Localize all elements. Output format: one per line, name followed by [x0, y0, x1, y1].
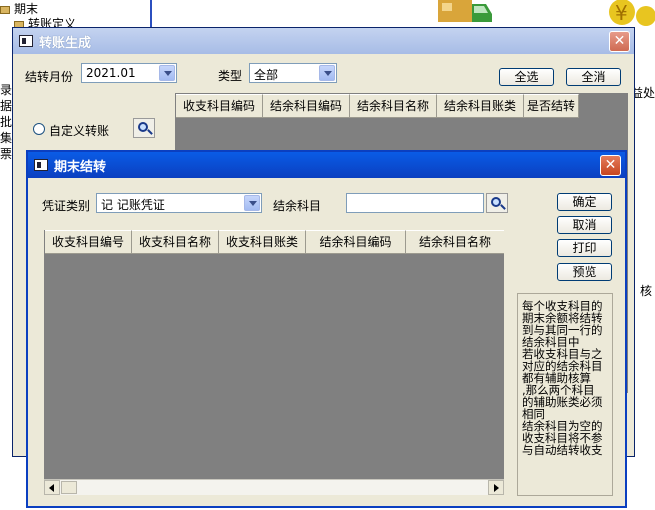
custom-transfer-radio[interactable] [33, 123, 45, 135]
inner-hscrollbar[interactable] [44, 479, 504, 495]
scroll-right-icon[interactable] [488, 480, 504, 495]
col-header[interactable]: 结余科目名称 [406, 230, 504, 254]
inner-grid-body[interactable] [44, 230, 504, 480]
background-text-left: 录 据 批 集 票 [0, 83, 13, 161]
app-icon [34, 159, 48, 171]
app-icon [19, 35, 33, 47]
preview-button[interactable]: 预览 [557, 263, 612, 281]
select-all-button[interactable]: 全选 [499, 68, 554, 86]
balance-account-input[interactable] [346, 193, 484, 213]
col-header[interactable]: 结余科目账类 [437, 94, 524, 118]
folder-icon [0, 6, 10, 14]
col-header[interactable]: 收支科目账类 [219, 230, 306, 254]
col-header[interactable]: 结余科目编码 [263, 94, 350, 118]
cancel-button[interactable]: 取消 [557, 216, 612, 234]
chevron-down-icon[interactable] [244, 195, 260, 211]
svg-text:¥: ¥ [615, 1, 628, 25]
col-header[interactable]: 收支科目编码 [176, 94, 263, 118]
col-header[interactable]: 收支科目编号 [45, 230, 132, 254]
type-select[interactable]: 全部 [249, 63, 337, 83]
type-value: 全部 [254, 68, 279, 82]
background-divider [150, 0, 152, 30]
scroll-left-icon[interactable] [44, 480, 60, 495]
month-label: 结转月份 [25, 70, 74, 84]
custom-transfer-label: 自定义转账 [49, 124, 110, 138]
inner-grid-header: 收支科目编号 收支科目名称 收支科目账类 结余科目编码 结余科目名称 [45, 230, 504, 254]
col-header[interactable]: 结余科目名称 [350, 94, 437, 118]
col-header[interactable]: 收支科目名称 [132, 230, 219, 254]
deselect-all-button[interactable]: 全消 [566, 68, 621, 86]
outer-close-button[interactable]: ✕ [609, 31, 630, 52]
scroll-thumb[interactable] [61, 481, 77, 494]
background-text-right-2: 核 [640, 284, 653, 298]
inner-window-title: 期末结转 [54, 159, 107, 175]
chevron-down-icon[interactable] [159, 65, 175, 81]
background-tree: 期末 转账定义 [0, 0, 160, 31]
print-button[interactable]: 打印 [557, 239, 612, 257]
voucher-type-value: 记 记账凭证 [101, 198, 165, 212]
help-note: 每个收支科目的 期末余额将结转 到与其同一行的 结余科目中 若收支科目与之 对应… [517, 293, 613, 496]
col-header[interactable]: 是否结转 [524, 94, 579, 118]
confirm-button[interactable]: 确定 [557, 193, 612, 211]
month-select[interactable]: 2021.01 [81, 63, 177, 83]
month-value: 2021.01 [86, 66, 136, 80]
balance-account-label: 结余科目 [273, 199, 322, 213]
type-label: 类型 [218, 69, 243, 83]
inner-close-button[interactable]: ✕ [600, 155, 621, 176]
outer-titlebar: 转账生成 [13, 28, 634, 54]
voucher-type-select[interactable]: 记 记账凭证 [96, 193, 262, 213]
truck-icon [434, 0, 494, 28]
balance-search-button[interactable] [486, 193, 508, 213]
outer-window-title: 转账生成 [39, 35, 92, 51]
custom-search-button[interactable] [133, 118, 155, 138]
period-end-transfer-window: 期末结转 ✕ 凭证类别 记 记账凭证 结余科目 确定 取消 打印 预览 收支科目… [26, 150, 627, 508]
coin-icon: ¥ [600, 0, 655, 30]
voucher-type-label: 凭证类别 [42, 199, 91, 213]
col-header[interactable]: 结余科目编码 [306, 230, 406, 254]
outer-grid-header: 收支科目编码 结余科目编码 结余科目名称 结余科目账类 是否结转 [176, 94, 579, 118]
chevron-down-icon[interactable] [319, 65, 335, 81]
inner-titlebar: 期末结转 [28, 152, 625, 178]
